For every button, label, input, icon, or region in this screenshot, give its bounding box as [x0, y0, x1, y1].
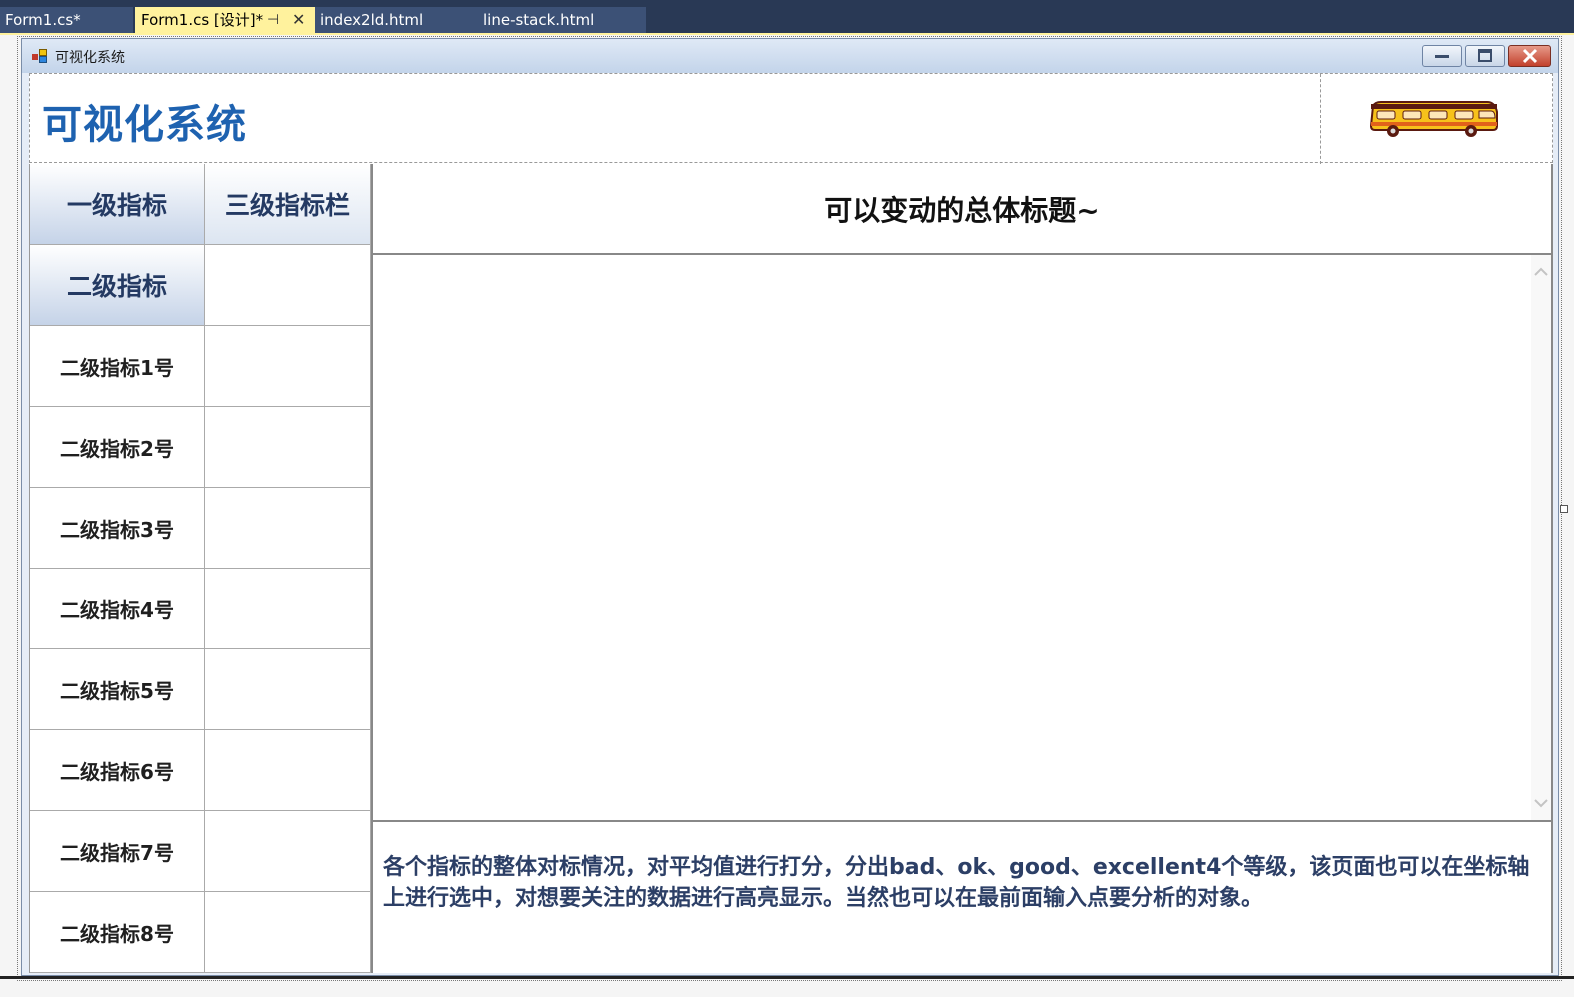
minimize-button[interactable] [1422, 45, 1462, 67]
panel-title: 可以变动的总体标题~ [373, 164, 1551, 255]
level3-header-button[interactable]: 三级指标栏 [205, 164, 371, 245]
app-heading: 可视化系统 [42, 102, 247, 148]
form-client-area: 可视化系统 一级指标 三级指标栏 二级指标 二级指标1号 二级指标2号 二级指标… [29, 73, 1553, 973]
level2-item-8[interactable]: 二级指标8号 [30, 892, 205, 973]
maximize-icon [1478, 49, 1492, 62]
level2-item-4[interactable]: 二级指标4号 [30, 569, 205, 649]
tab-label: Form1.cs [设计]* [141, 11, 264, 29]
pin-icon[interactable]: ⊣ [267, 7, 279, 33]
level3-cell[interactable] [205, 326, 371, 407]
description-text: 各个指标的整体对标情况，对平均值进行打分，分出bad、ok、good、excel… [383, 855, 1530, 911]
form-window[interactable]: 可视化系统 可视化系统 一级指标 三级指标栏 二级指标 二级指标1号 二级指标2… [21, 38, 1559, 976]
window-title: 可视化系统 [55, 50, 125, 66]
content-panel: 可以变动的总体标题~ 各个指标的整体对标情况，对平均值进行打分，分出bad、ok… [371, 164, 1553, 973]
level3-cell[interactable] [205, 892, 371, 973]
close-button[interactable] [1508, 45, 1551, 67]
scroll-up-icon[interactable] [1532, 263, 1550, 281]
maximize-button[interactable] [1465, 45, 1505, 67]
close-icon [1522, 48, 1537, 64]
level3-cell[interactable] [205, 488, 371, 569]
resize-handle[interactable] [1560, 505, 1568, 513]
tab-line-stack-html[interactable]: line-stack.html [465, 7, 646, 33]
chart-area[interactable] [373, 255, 1551, 822]
window-titlebar[interactable]: 可视化系统 [22, 39, 1558, 73]
tab-label: line-stack.html [483, 11, 595, 29]
level3-cell[interactable] [205, 407, 371, 488]
level3-cell[interactable] [205, 649, 371, 730]
close-icon[interactable]: ✕ [292, 7, 305, 33]
level2-item-5[interactable]: 二级指标5号 [30, 649, 205, 730]
level2-item-1[interactable]: 二级指标1号 [30, 326, 205, 407]
vertical-scrollbar[interactable] [1531, 255, 1551, 820]
level3-cell[interactable] [205, 569, 371, 649]
level1-header-button[interactable]: 一级指标 [30, 164, 205, 245]
level2-item-6[interactable]: 二级指标6号 [30, 730, 205, 811]
level3-cell[interactable] [205, 245, 371, 326]
tab-label: index2ld.html [320, 11, 424, 29]
scroll-down-icon[interactable] [1532, 794, 1550, 812]
level2-item-7[interactable]: 二级指标7号 [30, 811, 205, 892]
logo-box [1320, 74, 1554, 164]
bus-icon [1369, 101, 1498, 137]
header-panel: 可视化系统 [29, 73, 1554, 164]
level2-item-3[interactable]: 二级指标3号 [30, 488, 205, 569]
bottom-divider [0, 976, 1574, 979]
minimize-icon [1435, 55, 1449, 58]
ide-tab-bar: Form1.cs* Form1.cs [设计]* ⊣ ✕ index2ld.ht… [0, 0, 1574, 33]
level2-item-2[interactable]: 二级指标2号 [30, 407, 205, 488]
indicator-grid: 一级指标 三级指标栏 二级指标 二级指标1号 二级指标2号 二级指标3号 二级指… [29, 164, 371, 973]
tab-form1-design[interactable]: Form1.cs [设计]* ⊣ ✕ [135, 7, 315, 33]
level3-cell[interactable] [205, 730, 371, 811]
tab-label: Form1.cs* [5, 11, 81, 29]
tab-index2ld-html[interactable]: index2ld.html [315, 7, 465, 33]
tab-form1-cs[interactable]: Form1.cs* [0, 7, 133, 33]
level2-header-button[interactable]: 二级指标 [30, 245, 205, 326]
app-icon [32, 49, 48, 63]
level3-cell[interactable] [205, 811, 371, 892]
